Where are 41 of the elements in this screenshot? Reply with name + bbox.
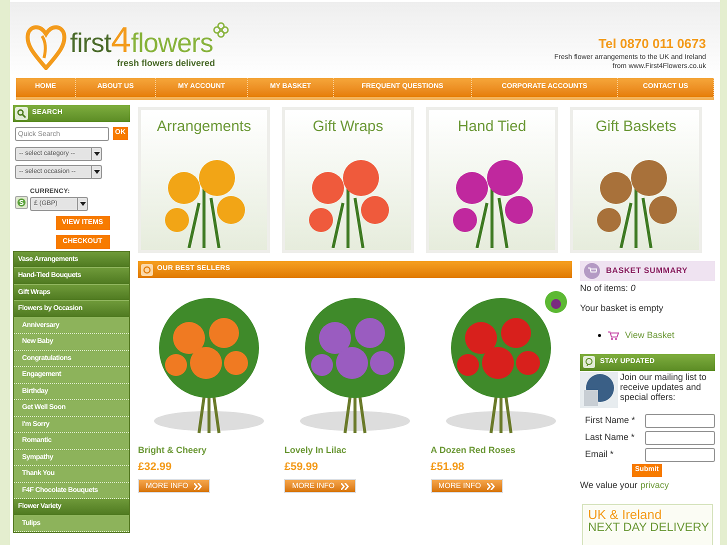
privacy-text: We value your (580, 478, 638, 492)
bullet-icon (598, 334, 601, 338)
section-title: BASKET SUMMARY (606, 265, 688, 277)
cart-icon (608, 331, 619, 340)
basket-icon (584, 263, 600, 279)
text-field[interactable] (645, 414, 715, 428)
newsletter-intro: Join our mailing list to receive updates and special offers: (620, 372, 708, 404)
basket-status: Your basket is empty (580, 302, 664, 315)
field-label: First Name * (585, 414, 636, 427)
product-price: £32.99 (138, 460, 173, 474)
product-price: £59.99 (284, 460, 319, 474)
phone-number: Tel 0870 011 0673 (598, 36, 706, 51)
caret-icon (80, 202, 86, 206)
logo-wordmark[interactable]: first4flowers (70, 22, 230, 58)
product-name[interactable]: Lovely In Lilac (284, 444, 426, 458)
double-chevron-icon (486, 482, 495, 490)
globe-drawing (580, 372, 618, 408)
text-field[interactable] (645, 430, 715, 444)
product-price: £51.98 (430, 460, 466, 474)
item-count: No of items: 0 (580, 282, 637, 295)
chat-icon (583, 356, 595, 368)
double-chevron-icon (194, 482, 202, 490)
category-tile[interactable]: Gift Baskets (570, 107, 702, 253)
text-field[interactable] (645, 448, 715, 462)
product-name[interactable]: Bright & Cheery (138, 444, 280, 458)
tagline: fresh flowers delivered (117, 58, 216, 69)
field-label: Last Name * (585, 430, 635, 444)
search-icon (15, 107, 28, 120)
privacy-link[interactable]: privacy (640, 478, 669, 492)
category-tile[interactable]: Arrangements (138, 107, 270, 253)
field-label: Email * (585, 448, 614, 461)
product-name[interactable]: A Dozen Red Roses (430, 444, 572, 458)
category-tile[interactable]: Hand Tied (426, 107, 558, 253)
delivery-banner[interactable]: UK & Ireland NEXT DAY DELIVERY (582, 504, 713, 545)
double-chevron-icon (340, 482, 349, 490)
view-basket-link[interactable]: View Basket (625, 329, 674, 342)
currency-icon (15, 196, 28, 209)
heart-logo-icon (24, 22, 68, 70)
category-tile[interactable]: Gift Wraps (282, 107, 414, 253)
caret-icon (94, 170, 100, 174)
caret-icon (94, 152, 100, 156)
